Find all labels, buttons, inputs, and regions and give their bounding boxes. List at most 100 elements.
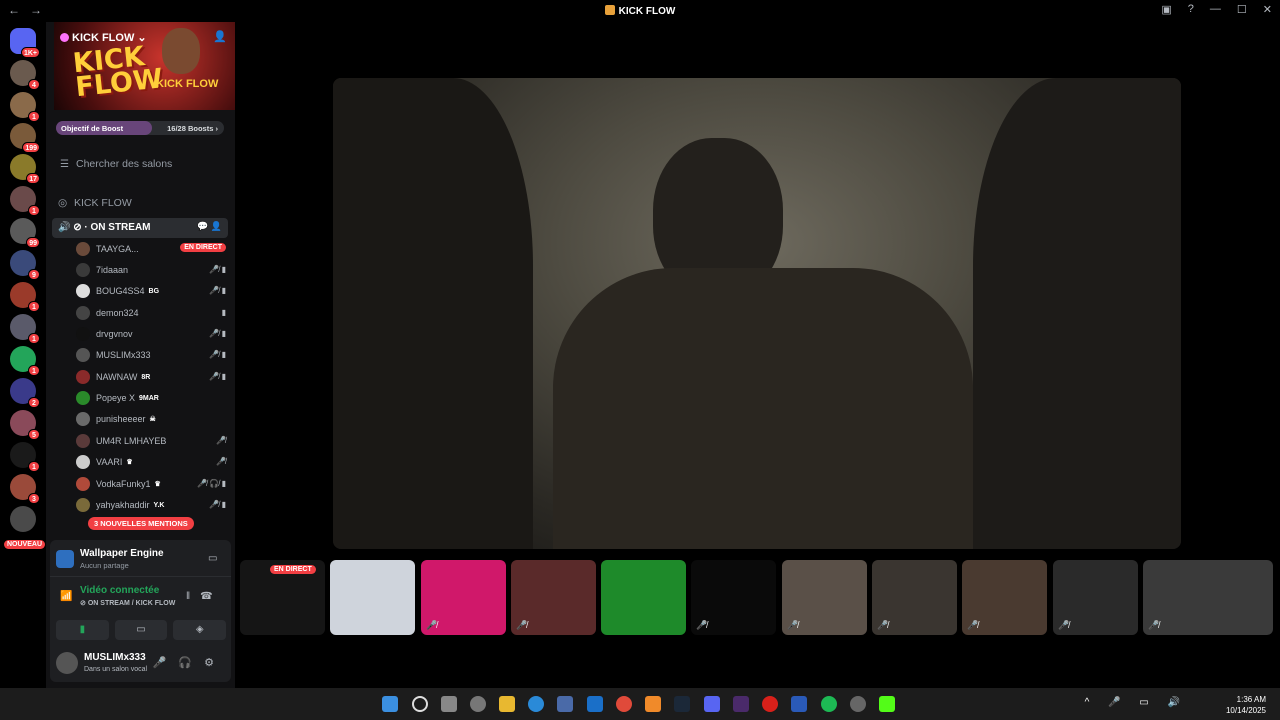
guild-item[interactable]: 3: [10, 474, 40, 504]
guild-item[interactable]: 99: [10, 218, 40, 248]
participant-tile[interactable]: 🎤̸: [782, 560, 867, 635]
boost-count-text: 16/28 Boosts: [167, 124, 214, 133]
system-tray[interactable]: ^ 🎤 ▭ 🔊: [1085, 697, 1188, 708]
title-bar: ← → KICK FLOW ▣ ? — ☐ ✕: [0, 0, 1280, 22]
window-title: KICK FLOW: [0, 5, 1280, 17]
participant-tile[interactable]: 🎤̸: [872, 560, 957, 635]
channel-category[interactable]: ◎ KICK FLOW: [58, 197, 132, 209]
boost-goal-bar[interactable]: Objectif de Boost 16/28 Boosts ›: [56, 121, 224, 135]
participant-tile[interactable]: 🎤̸: [511, 560, 596, 635]
connection-status[interactable]: Vidéo connectée: [80, 585, 159, 596]
voice-member[interactable]: VodkaFunky1 ♛ 🎤̸ 🎧̸ ▮: [76, 474, 228, 494]
guild-item[interactable]: 1: [10, 314, 40, 344]
guild-item[interactable]: 1: [10, 282, 40, 312]
search-icon[interactable]: [412, 696, 428, 712]
stream-video[interactable]: [333, 78, 1181, 549]
guild-item[interactable]: 1: [10, 346, 40, 376]
voice-channel-on-stream[interactable]: 🔊 ⊘ · ON STREAM 💬 👤: [52, 218, 228, 238]
outlook-icon[interactable]: [587, 696, 603, 712]
help-icon[interactable]: ?: [1188, 3, 1194, 16]
guild-item[interactable]: 17: [10, 154, 40, 184]
participant-tile[interactable]: 🎤̸: [962, 560, 1047, 635]
app-icon[interactable]: [645, 696, 661, 712]
voice-member[interactable]: Popeye X 9MAR: [76, 388, 228, 408]
maximize-button[interactable]: ☐: [1237, 3, 1247, 16]
guild-item[interactable]: 1: [10, 442, 40, 472]
participant-tile[interactable]: 🎤̸: [1143, 560, 1273, 635]
app-icon[interactable]: [733, 696, 749, 712]
disconnect-icon[interactable]: ☎: [200, 591, 222, 602]
inbox-icon[interactable]: ▣: [1161, 3, 1171, 16]
close-button[interactable]: ✕: [1263, 3, 1272, 16]
activity-button[interactable]: ◈: [173, 620, 227, 640]
window-title-text: KICK FLOW: [618, 6, 676, 17]
voice-member[interactable]: NAWNAW 8R 🎤̸ ▮: [76, 367, 228, 387]
participant-tile[interactable]: [601, 560, 686, 635]
task-view-icon[interactable]: [441, 696, 457, 712]
gear-icon[interactable]: ⚙: [204, 657, 226, 669]
mic-muted-icon[interactable]: 🎤: [153, 657, 179, 669]
share-screen-icon[interactable]: ▭: [208, 553, 217, 564]
voice-member[interactable]: BOUG4SS4 BG 🎤̸ ▮: [76, 281, 228, 301]
participant-tile[interactable]: 🎤̸: [1053, 560, 1138, 635]
discord-icon[interactable]: [704, 696, 720, 712]
clock[interactable]: 1:36 AM 10/14/2025: [1226, 694, 1266, 716]
screen-share-button[interactable]: ▭: [114, 620, 168, 640]
voice-member[interactable]: drvgvnov 🎤̸ ▮: [76, 324, 228, 344]
guild-badge: 99: [26, 237, 40, 248]
voice-member[interactable]: TAAYGA... EN DIRECT: [76, 239, 228, 259]
camera-button[interactable]: ▮: [56, 620, 109, 640]
steam-icon[interactable]: [674, 696, 690, 712]
invite-icon[interactable]: 👤: [213, 30, 227, 43]
participant-strip: EN DIRECT 🎤̸ 🎤̸ 🎤̸ 🎤̸ 🎤̸ 🎤̸ 🎤̸ 🎤̸: [240, 560, 1280, 635]
edge-icon[interactable]: [528, 696, 544, 712]
participant-tile[interactable]: [330, 560, 415, 635]
guild-item[interactable]: 1: [10, 92, 40, 122]
voice-member[interactable]: yahyakhaddir Y.K 🎤̸ ▮: [76, 495, 228, 515]
guild-badge: 1: [28, 461, 40, 472]
store-icon[interactable]: [557, 696, 573, 712]
member-name: TAAYGA...: [96, 244, 139, 254]
voice-member[interactable]: VAARI ♛ 🎤̸: [76, 452, 228, 472]
voice-member[interactable]: demon324 ▮: [76, 303, 228, 323]
voice-member[interactable]: 7idaaan 🎤̸ ▮: [76, 260, 228, 280]
muted-icons: 🎤̸ ▮: [209, 350, 226, 359]
guild-item[interactable]: 199: [10, 123, 40, 153]
file-explorer-icon[interactable]: [499, 696, 515, 712]
guild-item[interactable]: [10, 506, 36, 532]
muted-icon: 🎤̸: [516, 620, 528, 630]
guild-item[interactable]: 2: [10, 378, 40, 408]
app-icon[interactable]: [791, 696, 807, 712]
media-buttons: ▮ ▭ ◈: [56, 620, 227, 640]
server-name-header[interactable]: KICK FLOW ⌄: [60, 31, 147, 44]
chrome-icon[interactable]: [616, 696, 632, 712]
username[interactable]: MUSLIMx333: [84, 652, 146, 663]
minimize-button[interactable]: —: [1210, 3, 1221, 16]
participant-tile[interactable]: 🎤̸: [691, 560, 776, 635]
guild-badge: 1: [28, 365, 40, 376]
guild-item[interactable]: 9: [10, 250, 40, 280]
member-name: UM4R LMHAYEB: [96, 436, 167, 446]
soundboard-icon[interactable]: ‖: [186, 591, 200, 602]
kick-icon[interactable]: [879, 696, 895, 712]
voice-member[interactable]: punisheeeer ☠: [76, 409, 228, 429]
stream-thumbnail[interactable]: EN DIRECT: [240, 560, 325, 635]
headphones-icon[interactable]: 🎧: [178, 657, 204, 669]
guild-item[interactable]: 4: [10, 60, 40, 90]
connection-controls[interactable]: ‖☎: [186, 591, 223, 602]
opera-icon[interactable]: [762, 696, 778, 712]
spotify-icon[interactable]: [821, 696, 837, 712]
voice-member[interactable]: UM4R LMHAYEB 🎤̸: [76, 431, 228, 451]
guild-item[interactable]: 1: [10, 186, 40, 216]
new-mentions-pill[interactable]: 3 NOUVELLES MENTIONS: [88, 517, 194, 530]
voice-member[interactable]: MUSLIMx333 🎤̸ ▮: [76, 345, 228, 365]
search-channels[interactable]: ☰ Chercher des salons: [60, 158, 172, 170]
start-icon[interactable]: [382, 696, 398, 712]
guild-item[interactable]: 5: [10, 410, 40, 440]
participant-tile[interactable]: 🎤̸: [421, 560, 506, 635]
channel-actions[interactable]: 💬 👤: [197, 221, 222, 232]
app-icon[interactable]: [850, 696, 866, 712]
home-button[interactable]: 1K+: [10, 28, 40, 58]
settings-icon[interactable]: [470, 696, 486, 712]
avatar[interactable]: [56, 652, 78, 674]
